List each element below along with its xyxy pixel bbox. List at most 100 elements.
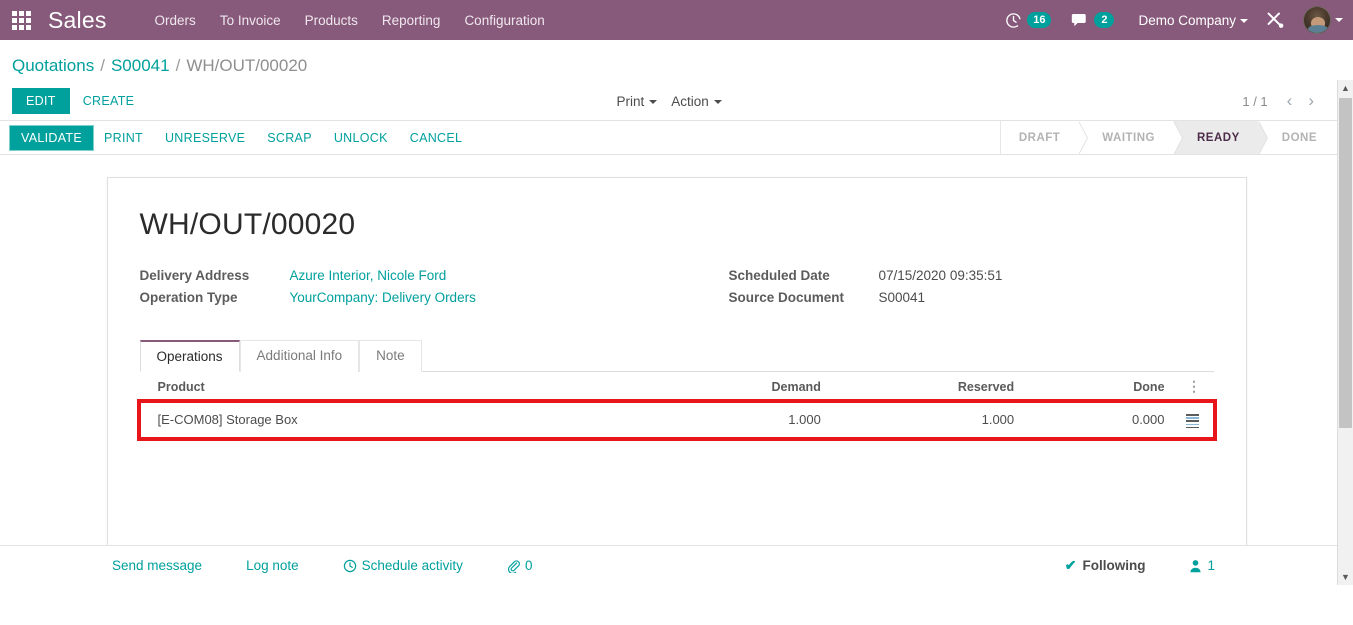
menu-item-configuration[interactable]: Configuration — [452, 2, 556, 39]
field-label-scheduled-date: Scheduled Date — [728, 268, 830, 283]
cell-reserved[interactable]: 1.000 — [826, 401, 1021, 438]
attachment-count: 0 — [524, 558, 533, 573]
column-header-product[interactable]: Product — [139, 372, 634, 402]
user-icon — [1190, 559, 1202, 572]
field-value-source-document: S00041 — [878, 290, 926, 305]
cell-product[interactable]: [E-COM08] Storage Box — [139, 401, 634, 438]
navbar-right-group: 16 2 Demo Company — [995, 6, 1345, 34]
table-body: [E-COM08] Storage Box 1.000 1.000 0.000 — [136, 398, 1217, 441]
chat-bubble-icon — [1072, 13, 1087, 26]
check-icon: ✔ — [1064, 557, 1077, 573]
form-fields-right: Scheduled Date 07/15/2020 09:35:51 Sourc… — [677, 268, 1214, 312]
print-button[interactable]: PRINT — [93, 126, 154, 150]
field-value-delivery-address[interactable]: Azure Interior, Nicole Ford — [290, 268, 447, 283]
app-brand-title[interactable]: Sales — [48, 7, 107, 34]
clock-icon — [343, 559, 356, 572]
breadcrumb: Quotations / S00041 / WH/OUT/00020 — [0, 40, 1353, 82]
clock-icon — [1006, 12, 1022, 28]
print-dropdown[interactable]: Print — [617, 94, 658, 109]
send-message-button[interactable]: Send message — [112, 558, 202, 573]
followers-button[interactable]: 1 — [1189, 558, 1215, 573]
menu-item-orders[interactable]: Orders — [143, 2, 208, 39]
chevron-down-icon — [713, 99, 722, 104]
breadcrumb-separator: / — [175, 56, 181, 75]
top-navbar: Sales Orders To Invoice Products Reporti… — [0, 0, 1353, 40]
print-dropdown-label: Print — [616, 93, 645, 109]
detailed-operations-icon[interactable] — [1170, 401, 1214, 438]
avatar — [1303, 6, 1331, 34]
chevron-right-icon[interactable]: › — [1301, 92, 1321, 110]
menu-item-reporting[interactable]: Reporting — [370, 2, 453, 39]
log-note-button[interactable]: Log note — [246, 558, 299, 573]
menu-item-to-invoice[interactable]: To Invoice — [208, 2, 293, 39]
cell-done[interactable]: 0.000 — [1020, 401, 1171, 438]
column-header-demand[interactable]: Demand — [633, 372, 827, 402]
column-options-icon[interactable]: ⋮ — [1170, 372, 1214, 402]
pager: 1 / 1 ‹ › — [1242, 92, 1341, 110]
validate-button[interactable]: VALIDATE — [10, 125, 93, 150]
field-label-delivery-address: Delivery Address — [139, 268, 250, 283]
form-fields-left: Delivery Address Azure Interior, Nicole … — [140, 268, 677, 312]
unreserve-button[interactable]: UNRESERVE — [154, 126, 256, 150]
notebook-tabs: Operations Additional Info Note — [139, 340, 1214, 372]
cancel-button[interactable]: CANCEL — [399, 126, 474, 150]
schedule-activity-button[interactable]: Schedule activity — [343, 558, 463, 573]
followers-count: 1 — [1207, 558, 1215, 573]
chatter-right-group: ✔ Following 1 — [1065, 557, 1325, 574]
cell-demand[interactable]: 1.000 — [633, 401, 827, 438]
send-message-label: Send message — [112, 558, 203, 573]
schedule-activity-label: Schedule activity — [361, 558, 463, 573]
chevron-left-icon[interactable]: ‹ — [1280, 92, 1300, 110]
developer-tools-menu[interactable] — [1254, 11, 1297, 30]
field-operation-type: Operation Type YourCompany: Delivery Ord… — [140, 290, 677, 305]
scrap-button[interactable]: SCRAP — [256, 126, 323, 150]
edit-button[interactable]: EDIT — [12, 88, 70, 114]
column-header-done[interactable]: Done — [1020, 372, 1171, 402]
column-header-reserved[interactable]: Reserved — [826, 372, 1021, 402]
field-label-source-document: Source Document — [728, 290, 845, 305]
chevron-up-icon[interactable]: ▲ — [1338, 80, 1353, 96]
messages-count-badge: 2 — [1094, 12, 1115, 28]
tab-additional-info[interactable]: Additional Info — [239, 340, 360, 372]
control-panel-dropdowns: Print Action — [617, 94, 722, 109]
scrollbar-thumb[interactable] — [1339, 98, 1352, 428]
field-source-document: Source Document S00041 — [729, 290, 1214, 305]
following-toggle[interactable]: ✔ Following — [1065, 557, 1146, 574]
chatter-bar: Send message Log note Schedule activity … — [0, 545, 1353, 585]
stage-ready[interactable]: READY — [1173, 120, 1268, 155]
breadcrumb-item-current: WH/OUT/00020 — [186, 56, 308, 75]
tab-operations[interactable]: Operations — [139, 340, 240, 372]
company-name-label: Demo Company — [1138, 12, 1236, 28]
field-delivery-address: Delivery Address Azure Interior, Nicole … — [140, 268, 677, 283]
log-note-label: Log note — [246, 558, 299, 573]
stage-waiting[interactable]: WAITING — [1078, 120, 1183, 155]
status-bar: VALIDATE PRINT UNRESERVE SCRAP UNLOCK CA… — [0, 120, 1353, 155]
breadcrumb-item-quotations[interactable]: Quotations — [12, 56, 94, 76]
tab-note[interactable]: Note — [359, 340, 422, 372]
messages-menu[interactable]: 2 — [1061, 12, 1124, 29]
chevron-down-icon[interactable]: ▼ — [1338, 569, 1353, 585]
stage-done[interactable]: DONE — [1257, 121, 1335, 154]
menu-item-products[interactable]: Products — [293, 2, 370, 39]
attachments-button[interactable]: 0 — [507, 558, 533, 573]
user-menu[interactable] — [1297, 6, 1345, 34]
apps-grid-glyph — [11, 10, 31, 30]
unlock-button[interactable]: UNLOCK — [323, 126, 399, 150]
activities-menu[interactable]: 16 — [995, 12, 1061, 29]
chevron-down-icon — [649, 99, 658, 104]
apps-grid-icon[interactable] — [4, 0, 38, 40]
field-scheduled-date: Scheduled Date 07/15/2020 09:35:51 — [729, 268, 1214, 283]
stage-draft[interactable]: DRAFT — [1000, 120, 1089, 155]
table-row[interactable]: [E-COM08] Storage Box 1.000 1.000 0.000 — [136, 398, 1217, 441]
page-title: WH/OUT/00020 — [139, 208, 356, 241]
field-value-operation-type[interactable]: YourCompany: Delivery Orders — [290, 290, 476, 305]
breadcrumb-item-s00041[interactable]: S00041 — [111, 56, 170, 76]
company-switcher[interactable]: Demo Company — [1124, 13, 1254, 28]
vertical-scrollbar[interactable]: ▲ ▼ — [1337, 80, 1353, 585]
operations-table: Product Demand Reserved Done ⋮ [E-COM08]… — [136, 372, 1217, 441]
action-dropdown[interactable]: Action — [671, 94, 722, 109]
control-panel: EDIT CREATE Print Action 1 / 1 ‹ › — [0, 82, 1353, 120]
tools-wrench-icon — [1267, 12, 1284, 28]
table-header: Product Demand Reserved Done ⋮ — [139, 372, 1214, 402]
create-button[interactable]: CREATE — [70, 88, 148, 114]
